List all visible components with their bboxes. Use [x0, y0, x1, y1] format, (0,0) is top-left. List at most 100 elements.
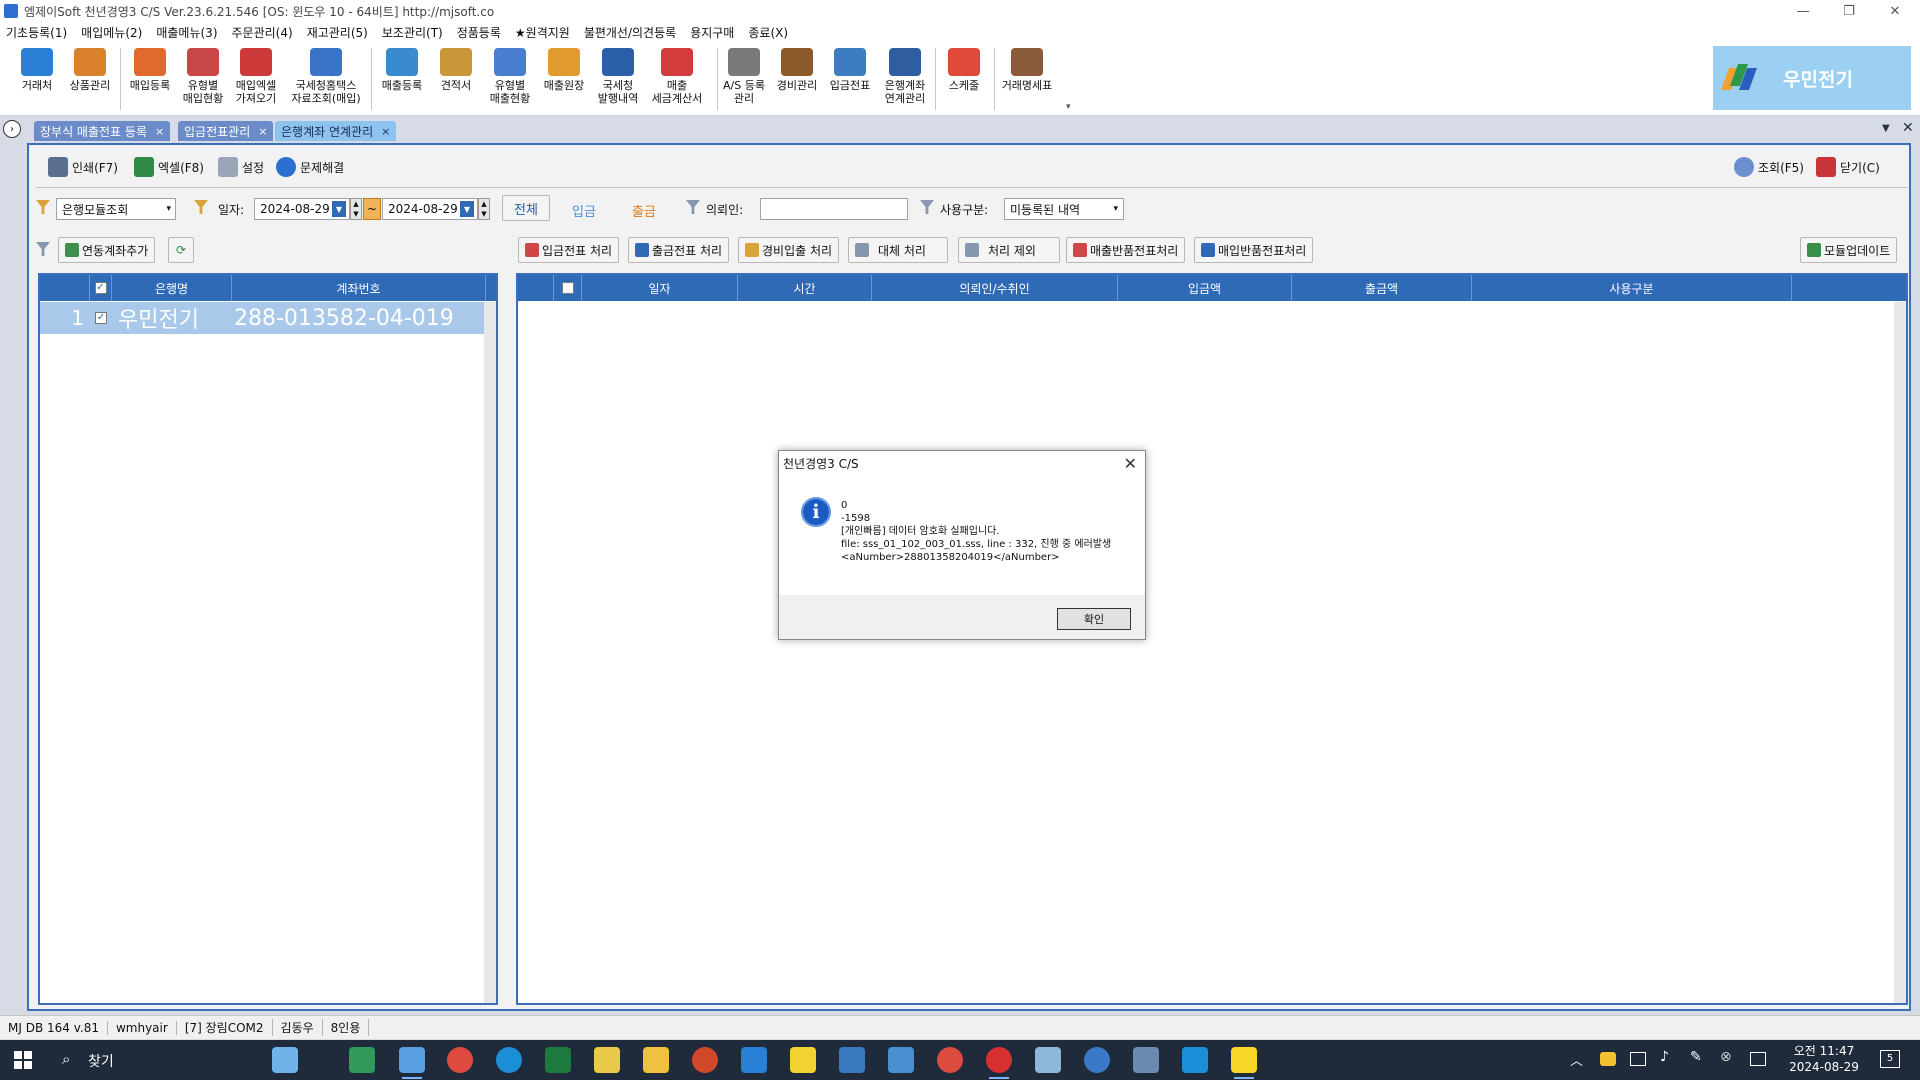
- toolbar-hometax-button[interactable]: 국세청홈택스 자료조회(매입): [286, 48, 366, 114]
- chrome-icon[interactable]: [937, 1047, 963, 1073]
- transaction-grid-scrollbar[interactable]: [1894, 302, 1906, 1003]
- toolbar-sales-entry-button[interactable]: 매출등록: [376, 48, 428, 114]
- tray-expand-icon[interactable]: ︿: [1570, 1050, 1583, 1069]
- taskbar-search-box[interactable]: 찾기: [88, 1051, 114, 1071]
- tray-app-icon[interactable]: ⊗: [1720, 1049, 1732, 1065]
- menu-purchase[interactable]: 매입메뉴(2): [81, 24, 142, 41]
- row-checkbox[interactable]: ✓: [90, 312, 112, 324]
- widget-icon[interactable]: [272, 1047, 298, 1073]
- col-bank-name[interactable]: 은행명: [112, 275, 232, 301]
- client-input[interactable]: [760, 198, 908, 220]
- toolbar-schedule-button[interactable]: 스케줄: [938, 48, 990, 114]
- print-button[interactable]: 인쇄(F7): [48, 154, 118, 180]
- calendar-dropdown-icon[interactable]: ▼: [332, 201, 346, 217]
- edge-icon[interactable]: [496, 1047, 522, 1073]
- exclude-process-button[interactable]: 처리 제외: [958, 237, 1060, 263]
- app-icon[interactable]: [1182, 1047, 1208, 1073]
- col-account-number[interactable]: 계좌번호: [232, 275, 486, 301]
- tray-chat-icon[interactable]: [1600, 1052, 1616, 1066]
- toolbar-product-button[interactable]: 상품관리: [64, 48, 116, 114]
- add-account-button[interactable]: 연동계좌추가: [58, 237, 156, 263]
- menu-inventory[interactable]: 재고관리(5): [307, 24, 368, 41]
- notification-icon[interactable]: 5: [1880, 1050, 1900, 1068]
- deposit-slip-process-button[interactable]: 입금전표 처리: [518, 237, 620, 263]
- close-tab-icon[interactable]: ×: [258, 125, 267, 138]
- col-deposit[interactable]: 입금액: [1118, 275, 1292, 301]
- date-spinner[interactable]: ▲ ▼: [350, 198, 362, 220]
- toolbar-customer-button[interactable]: 거래처: [11, 48, 63, 114]
- tab-deposit-slip[interactable]: 입금전표관리 ×: [178, 121, 274, 141]
- toolbar-estimate-button[interactable]: 견적서: [430, 48, 482, 114]
- menu-order[interactable]: 주문관리(4): [232, 24, 293, 41]
- tab-bank-link[interactable]: 은행계좌 연계관리 ×: [275, 121, 397, 141]
- col-client[interactable]: 의뢰인/수취인: [872, 275, 1118, 301]
- module-select[interactable]: 은행모듈조회 ▾: [56, 198, 176, 220]
- toolbar-sales-ledger-button[interactable]: 매출원장: [538, 48, 590, 114]
- withdraw-slip-process-button[interactable]: 출금전표 처리: [628, 237, 730, 263]
- minimize-button[interactable]: —: [1780, 0, 1826, 22]
- volume-icon[interactable]: ♪: [1660, 1049, 1669, 1065]
- photos-icon[interactable]: [594, 1047, 620, 1073]
- settings-button[interactable]: 설정: [218, 154, 264, 180]
- sidebar-toggle-icon[interactable]: ›: [3, 120, 21, 138]
- app-icon[interactable]: [1084, 1047, 1110, 1073]
- powerpoint-icon[interactable]: [692, 1047, 718, 1073]
- substitute-process-button[interactable]: 대체 처리: [848, 237, 948, 263]
- calculator-icon[interactable]: [1133, 1047, 1159, 1073]
- search-button[interactable]: 조회(F5): [1734, 154, 1804, 180]
- app-icon[interactable]: [888, 1047, 914, 1073]
- menu-feedback[interactable]: 불편개선/의견등록: [584, 24, 676, 41]
- clock[interactable]: 오전 11:47 2024-08-29: [1784, 1043, 1864, 1075]
- calendar-dropdown-icon[interactable]: ▼: [460, 201, 474, 217]
- deposit-filter-button[interactable]: 입금: [572, 201, 596, 220]
- toolbar-bank-link-button[interactable]: 은행계좌 연계관리: [879, 48, 931, 114]
- expense-process-button[interactable]: 경비입출 처리: [738, 237, 840, 263]
- close-tab-icon[interactable]: ×: [155, 125, 164, 138]
- pen-icon[interactable]: ✎: [1690, 1049, 1702, 1065]
- app-icon[interactable]: [349, 1047, 375, 1073]
- troubleshoot-button[interactable]: 문제해결: [276, 154, 344, 180]
- menu-registration[interactable]: 정품등록: [457, 24, 501, 41]
- col-time[interactable]: 시간: [738, 275, 872, 301]
- table-row[interactable]: 1 ✓ 우민전기 288-013582-04-019: [40, 302, 484, 334]
- close-all-tabs-icon[interactable]: ✕: [1902, 120, 1914, 136]
- select-all-checkbox[interactable]: ✓: [90, 275, 112, 301]
- kakaotalk-icon[interactable]: [1231, 1047, 1257, 1079]
- col-withdraw[interactable]: 출금액: [1292, 275, 1472, 301]
- menu-remote-support[interactable]: ★원격지원: [515, 24, 570, 41]
- chrome-icon[interactable]: [447, 1047, 473, 1073]
- maximize-button[interactable]: ❐: [1826, 0, 1872, 22]
- menu-auxiliary[interactable]: 보조관리(T): [382, 24, 443, 41]
- toolbar-nts-issuance-button[interactable]: 국세청 발행내역: [592, 48, 644, 114]
- toolbar-tax-invoice-button[interactable]: 매출 세금계산서: [646, 48, 708, 114]
- app-icon[interactable]: [1035, 1047, 1061, 1073]
- toolbar-purchase-entry-button[interactable]: 매입등록: [124, 48, 176, 114]
- date-spinner[interactable]: ▲ ▼: [478, 198, 490, 220]
- select-all-checkbox[interactable]: [554, 275, 582, 301]
- outlook-icon[interactable]: [741, 1047, 767, 1073]
- tab-list-dropdown-icon[interactable]: ▼: [1882, 123, 1890, 134]
- col-date[interactable]: 일자: [582, 275, 738, 301]
- sticky-notes-icon[interactable]: [790, 1047, 816, 1073]
- windows-start-icon[interactable]: [14, 1051, 32, 1069]
- menu-paper[interactable]: 용지구매: [690, 24, 734, 41]
- toolbar-sales-status-button[interactable]: 유형별 매출현황: [484, 48, 536, 114]
- ime-icon[interactable]: [1750, 1052, 1766, 1066]
- network-icon[interactable]: [1630, 1052, 1646, 1066]
- mjsoft-app-icon[interactable]: [399, 1047, 425, 1079]
- purchase-return-button[interactable]: 매입반품전표처리: [1194, 237, 1314, 263]
- menu-sales[interactable]: 매출메뉴(3): [156, 24, 217, 41]
- all-filter-button[interactable]: 전체: [502, 195, 550, 221]
- close-screen-button[interactable]: 닫기(C): [1816, 154, 1880, 180]
- refresh-button[interactable]: ⟳: [168, 237, 194, 263]
- toolbar-statement-button[interactable]: 거래명세표: [996, 48, 1058, 114]
- app-icon[interactable]: [839, 1047, 865, 1073]
- menu-basic[interactable]: 기초등록(1): [6, 24, 67, 41]
- app-icon[interactable]: [986, 1047, 1012, 1079]
- withdraw-filter-button[interactable]: 출금: [632, 201, 656, 220]
- menu-exit[interactable]: 종료(X): [748, 24, 788, 41]
- ok-button[interactable]: 확인: [1057, 608, 1131, 630]
- col-usage[interactable]: 사용구분: [1472, 275, 1792, 301]
- folder-icon[interactable]: [643, 1047, 669, 1073]
- close-tab-icon[interactable]: ×: [381, 125, 390, 138]
